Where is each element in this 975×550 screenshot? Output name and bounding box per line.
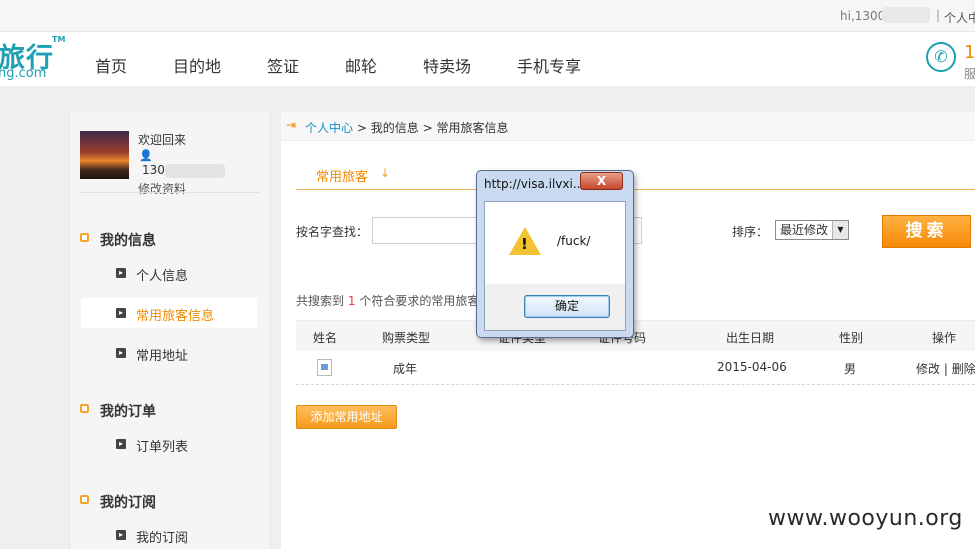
search-button[interactable]: 搜索 — [882, 215, 971, 248]
sidebar-item-subscriptions[interactable]: ▸ 我的订阅 — [81, 520, 257, 550]
tab-frequent-travelers[interactable]: 常用旅客 — [316, 166, 368, 185]
breadcrumb-sep: > — [422, 121, 433, 135]
sidebar-item-label: 我的订阅 — [136, 531, 189, 546]
arrow-bullet-icon: ▸ — [116, 268, 126, 278]
section-bullet-icon — [80, 404, 89, 413]
masked-phone-blur — [882, 7, 930, 23]
sidebar-item-label: 个人信息 — [136, 269, 189, 284]
sidebar-item-frequent-travelers[interactable]: ▸ 常用旅客信息 — [81, 298, 257, 328]
broken-image-icon — [317, 359, 332, 376]
site-header: 旅行 TM ng.com 首页 目的地 签证 邮轮 特卖场 手机专享 ✆ 1 服 — [0, 32, 975, 87]
close-button[interactable]: X — [580, 172, 623, 190]
result-prefix: 共搜索到 — [296, 294, 345, 308]
nav-sale[interactable]: 特卖场 — [423, 53, 471, 77]
breadcrumb: ⇥ 个人中心 > 我的信息 > 常用旅客信息 — [281, 112, 975, 141]
sidebar-item-personal-info[interactable]: ▸ 个人信息 — [81, 258, 257, 288]
alert-dialog: http://visa.ilvxi... X ! /fuck/ 确定 — [476, 170, 634, 338]
result-suffix: 个符合要求的常用旅客 — [359, 294, 480, 308]
arrow-bullet-icon: ▸ — [116, 348, 126, 358]
down-arrow-icon: ↓ — [380, 166, 391, 180]
dialog-message: /fuck/ — [557, 234, 591, 248]
hotline-label: 服 — [964, 67, 975, 81]
section-bullet-icon — [80, 233, 89, 242]
action-sep: | — [943, 362, 948, 376]
topbar-separator: | — [936, 8, 941, 22]
sidebar-item-label: 订单列表 — [136, 440, 189, 455]
nav-cruise[interactable]: 邮轮 — [345, 53, 377, 77]
dialog-title: http://visa.ilvxi... — [484, 177, 585, 191]
add-address-button[interactable]: 添加常用地址 — [296, 405, 397, 429]
warning-mark: ! — [521, 235, 528, 253]
col-actions: 操作 — [932, 331, 957, 345]
user-phone-blur — [165, 164, 225, 178]
tab-underline — [296, 189, 975, 190]
nav-destinations[interactable]: 目的地 — [173, 53, 221, 77]
breadcrumb-sep: > — [356, 121, 367, 135]
phone-icon: ✆ — [926, 42, 956, 72]
section-title: 我的信息 — [100, 233, 156, 249]
sidebar-item-label: 常用旅客信息 — [136, 309, 215, 324]
dialog-body: ! /fuck/ 确定 — [484, 201, 626, 331]
user-center-link[interactable]: 个人中 — [944, 9, 975, 26]
sidebar-item-addresses[interactable]: ▸ 常用地址 — [81, 338, 257, 368]
user-phone: 130 — [142, 163, 165, 177]
greeting-text: hi,1300 — [840, 9, 886, 23]
arrow-bullet-icon: ▸ — [116, 308, 126, 318]
edit-profile-link[interactable]: 修改资料 — [138, 180, 186, 197]
cell-ticket-type: 成年 — [393, 362, 418, 376]
edit-link[interactable]: 修改 — [916, 362, 940, 376]
nav-visa[interactable]: 签证 — [267, 53, 299, 77]
delete-link[interactable]: 删除 — [952, 362, 975, 376]
table-row: 成年 2015-04-06 男 修改 | 删除 — [296, 352, 975, 385]
arrow-bullet-icon: ▸ — [116, 439, 126, 449]
col-gender: 性别 — [839, 331, 864, 345]
hotline-number: 1 — [964, 42, 975, 63]
sidebar-item-order-list[interactable]: ▸ 订单列表 — [81, 429, 257, 459]
result-count: 1 — [347, 294, 356, 308]
logo-trademark: TM — [52, 35, 66, 44]
breadcrumb-home[interactable]: 个人中心 — [305, 121, 353, 135]
result-summary: 共搜索到 1 个符合要求的常用旅客 — [296, 292, 479, 309]
sort-selected-value: 最近修改 — [780, 223, 829, 237]
arrow-bullet-icon: ▸ — [116, 530, 126, 540]
section-my-orders: 我的订单 — [80, 401, 156, 421]
section-title: 我的订单 — [100, 404, 156, 420]
sidebar: 欢迎回来 👤 130 修改资料 我的信息 ▸ 个人信息 ▸ 常用旅客信息 ▸ 常… — [69, 112, 271, 549]
section-title: 我的订阅 — [100, 495, 156, 511]
col-ticket-type: 购票类型 — [382, 331, 431, 345]
ok-button[interactable]: 确定 — [524, 295, 610, 318]
section-bullet-icon — [80, 495, 89, 504]
sidebar-divider — [80, 192, 260, 193]
col-birth-date: 出生日期 — [726, 331, 775, 345]
dialog-message-area: ! /fuck/ — [485, 202, 625, 284]
nav-home[interactable]: 首页 — [95, 53, 127, 77]
col-name: 姓名 — [313, 331, 338, 345]
enter-icon: ⇥ — [286, 118, 297, 132]
sort-label: 排序： — [732, 225, 769, 239]
cell-actions: 修改 | 删除 — [916, 360, 975, 377]
breadcrumb-level2[interactable]: 我的信息 — [371, 121, 419, 135]
sidebar-item-label: 常用地址 — [136, 349, 189, 364]
top-bar: hi,1300 | 个人中 — [0, 0, 975, 32]
breadcrumb-text: 个人中心 > 我的信息 > 常用旅客信息 — [305, 119, 508, 136]
nav-mobile[interactable]: 手机专享 — [517, 53, 581, 77]
breadcrumb-current: 常用旅客信息 — [436, 121, 509, 135]
watermark: www.wooyun.org — [768, 506, 963, 531]
section-my-info: 我的信息 — [80, 230, 156, 250]
welcome-text: 欢迎回来 — [138, 133, 187, 147]
user-icon: 👤 — [139, 149, 153, 162]
cell-gender: 男 — [844, 362, 857, 376]
sort-select[interactable]: 最近修改 ▼ — [775, 220, 849, 240]
cell-birth-date: 2015-04-06 — [717, 360, 787, 374]
section-my-subscriptions: 我的订阅 — [80, 492, 156, 512]
chevron-down-icon: ▼ — [832, 221, 848, 239]
table-header: 姓名 购票类型 证件类型 证件号码 出生日期 性别 操作 — [296, 320, 975, 351]
search-label: 按名字查找： — [296, 225, 369, 239]
logo-domain: ng.com — [0, 66, 47, 81]
avatar — [80, 131, 129, 179]
